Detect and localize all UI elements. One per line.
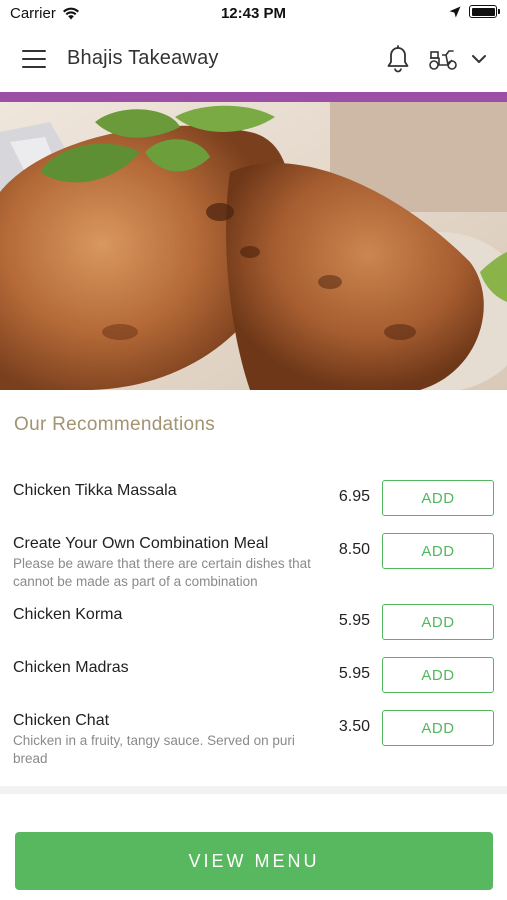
- status-right: [449, 5, 500, 18]
- battery-icon: [469, 5, 500, 18]
- status-bar: Carrier 12:43 PM: [0, 0, 507, 28]
- item-price: 5.95: [338, 665, 370, 682]
- item-name: Create Your Own Combination Meal: [13, 535, 269, 552]
- restaurant-title: Bhajis Takeaway: [67, 47, 219, 69]
- add-button[interactable]: ADD: [382, 657, 494, 693]
- scooter-icon[interactable]: [428, 46, 458, 72]
- item-price: 8.50: [338, 541, 370, 558]
- item-price: 6.95: [338, 488, 370, 505]
- recommendations-heading: Our Recommendations: [14, 414, 216, 435]
- item-name: Chicken Tikka Massala: [13, 482, 177, 499]
- bell-icon[interactable]: [385, 45, 411, 73]
- section-divider: [0, 786, 507, 794]
- item-name: Chicken Madras: [13, 659, 129, 676]
- add-button[interactable]: ADD: [382, 480, 494, 516]
- location-arrow-icon: [449, 6, 461, 17]
- item-price: 5.95: [338, 612, 370, 629]
- accent-bar: [0, 92, 507, 102]
- hero-food-image: [0, 102, 507, 390]
- item-description: Chicken in a fruity, tangy sauce. Served…: [13, 733, 295, 766]
- item-name: Chicken Chat: [13, 712, 110, 729]
- add-button[interactable]: ADD: [382, 710, 494, 746]
- item-price: 3.50: [338, 718, 370, 735]
- item-name: Chicken Korma: [13, 606, 123, 623]
- add-button[interactable]: ADD: [382, 533, 494, 569]
- item-description: Please be aware that there are certain d…: [13, 556, 311, 589]
- app-header: Bhajis Takeaway: [0, 28, 507, 92]
- view-menu-button[interactable]: VIEW MENU: [15, 832, 493, 890]
- chevron-down-icon[interactable]: [470, 50, 488, 68]
- status-time: 12:43 PM: [220, 5, 287, 22]
- add-button[interactable]: ADD: [382, 604, 494, 640]
- hamburger-menu-icon[interactable]: [22, 50, 46, 68]
